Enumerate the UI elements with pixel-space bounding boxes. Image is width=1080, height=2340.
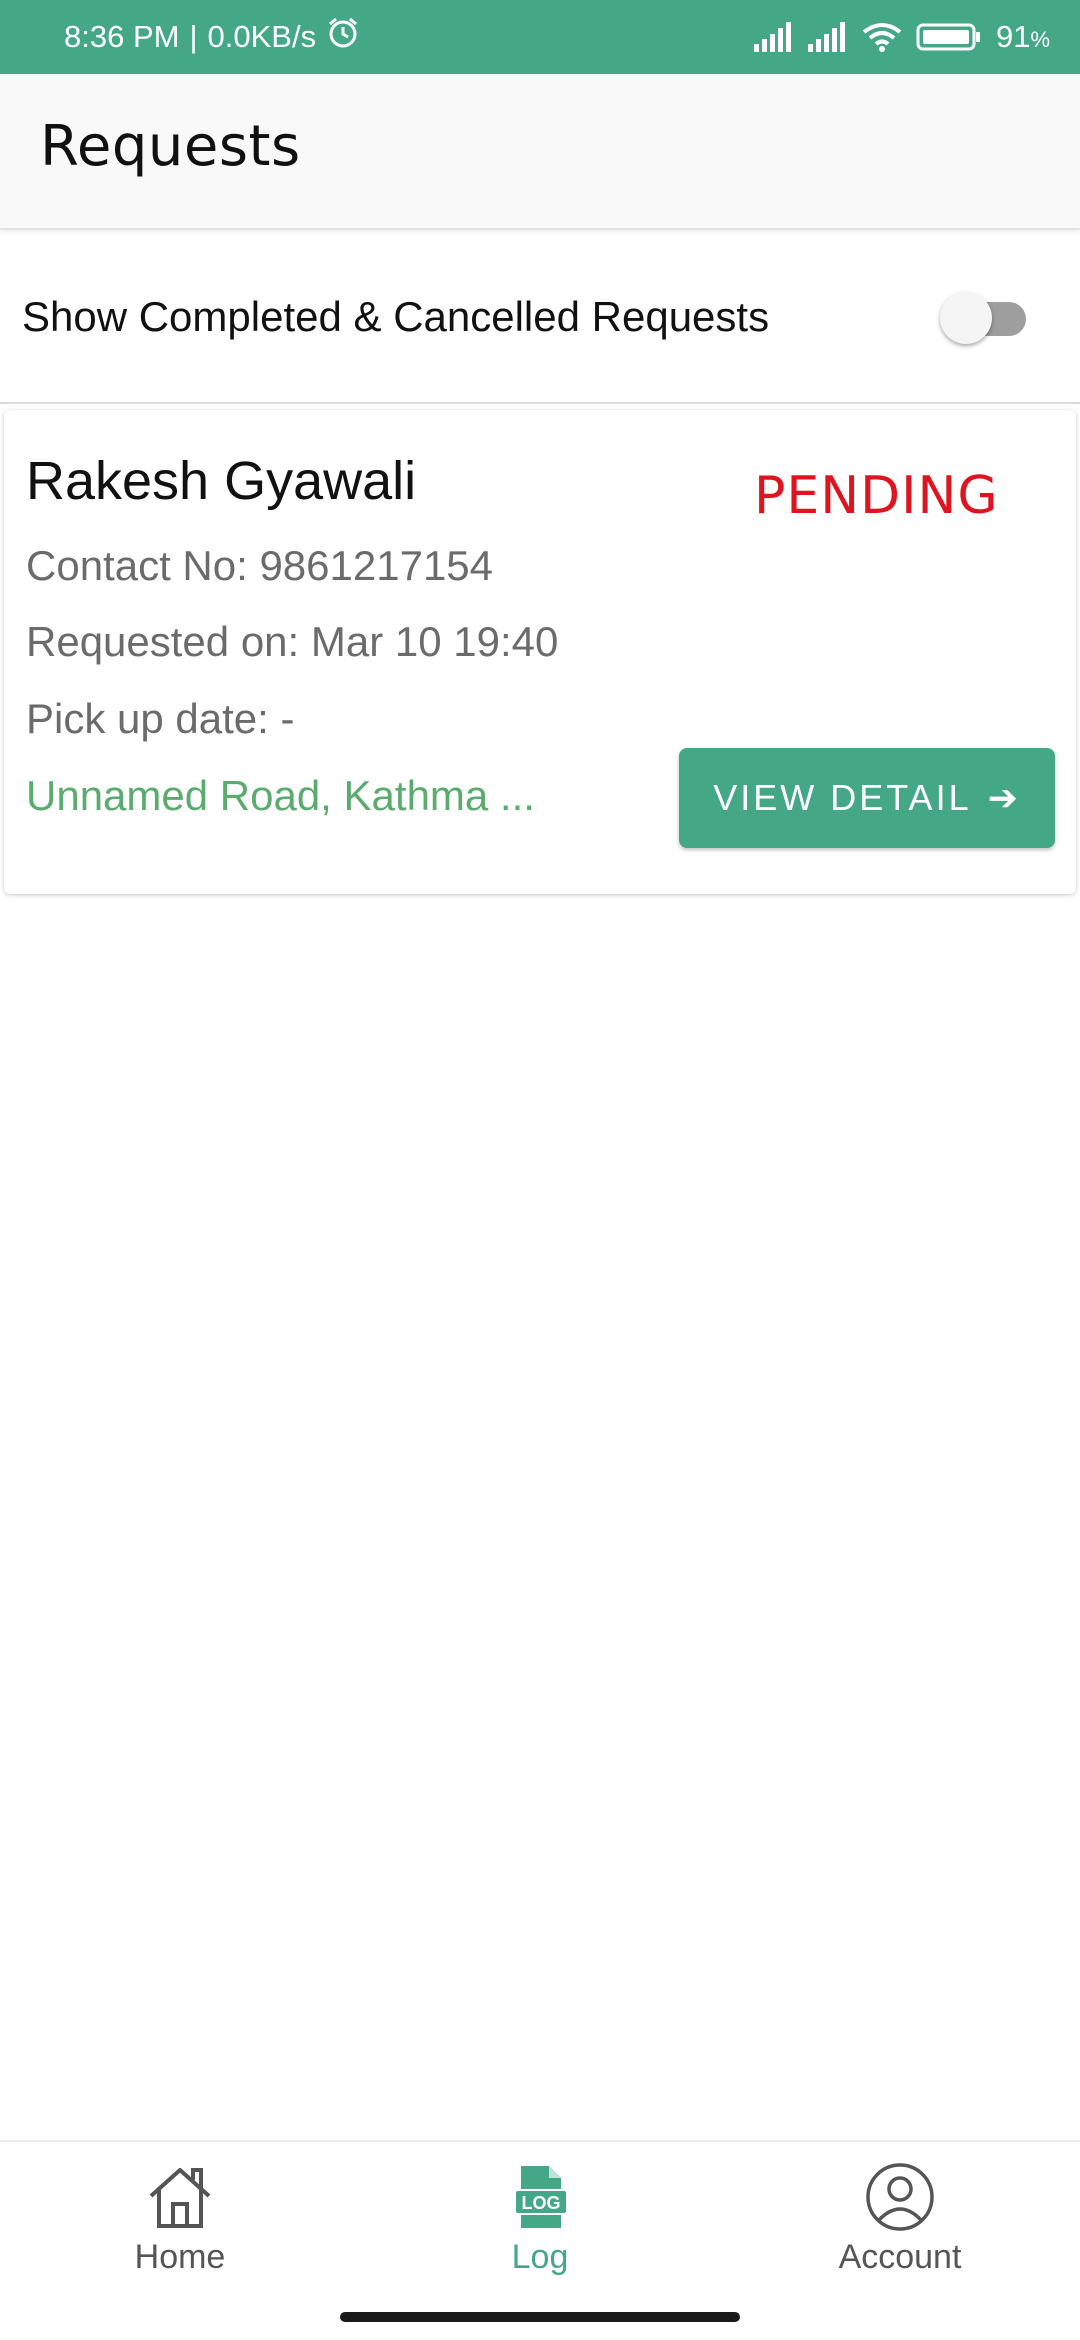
completed-filter-toggle[interactable] <box>940 292 1030 344</box>
view-detail-label: VIEW DETAIL <box>713 777 972 818</box>
request-card[interactable]: Rakesh Gyawali PENDING Contact No: 98612… <box>4 410 1076 894</box>
pickup-date: Pick up date: - <box>26 695 295 742</box>
arrow-right-icon: ➔ <box>987 777 1021 818</box>
nav-label-account: Account <box>838 2238 962 2276</box>
pickup-address: Unnamed Road, Kathma ... <box>26 772 535 819</box>
battery-percent: 91% <box>996 19 1050 55</box>
requested-on: Requested on: Mar 10 19:40 <box>26 618 559 665</box>
view-detail-button[interactable]: VIEW DETAIL ➔ <box>679 748 1055 848</box>
home-icon <box>145 2162 215 2232</box>
wifi-icon <box>862 22 902 52</box>
nav-label-home: Home <box>134 2238 226 2276</box>
status-network-speed: 0.0KB/s <box>207 19 317 54</box>
svg-text:LOG: LOG <box>522 2193 561 2213</box>
signal-icon <box>753 22 794 52</box>
requester-name: Rakesh Gyawali <box>26 451 417 511</box>
status-right: 91% <box>753 19 1050 55</box>
account-icon <box>865 2162 935 2232</box>
toggle-thumb <box>940 292 992 344</box>
nav-item-account[interactable]: Account <box>720 2162 1080 2282</box>
battery-icon <box>916 22 982 52</box>
nav-item-log[interactable]: LOG Log <box>360 2162 720 2282</box>
signal-icon-2 <box>807 22 848 52</box>
status-left: 8:36 PM | 0.0KB/s <box>64 16 360 58</box>
contact-number: Contact No: 9861217154 <box>26 542 494 589</box>
completed-filter-row: Show Completed & Cancelled Requests <box>0 232 1080 404</box>
home-indicator[interactable] <box>340 2312 740 2322</box>
bottom-nav: Home LOG Log Account <box>0 2140 1080 2340</box>
nav-item-home[interactable]: Home <box>0 2162 360 2282</box>
status-badge: PENDING <box>754 466 999 526</box>
status-bar: 8:36 PM | 0.0KB/s 91% <box>0 0 1080 74</box>
nav-label-log: Log <box>511 2238 569 2276</box>
log-icon: LOG <box>505 2162 575 2232</box>
battery-value: 91 <box>995 19 1031 54</box>
alarm-icon <box>326 16 360 58</box>
status-separator: | <box>189 19 198 54</box>
page-title: Requests <box>40 114 301 179</box>
battery-percent-sign: % <box>1030 27 1050 52</box>
app-bar: Requests <box>0 74 1080 230</box>
status-time: 8:36 PM <box>64 19 180 54</box>
completed-filter-label: Show Completed & Cancelled Requests <box>22 293 770 340</box>
